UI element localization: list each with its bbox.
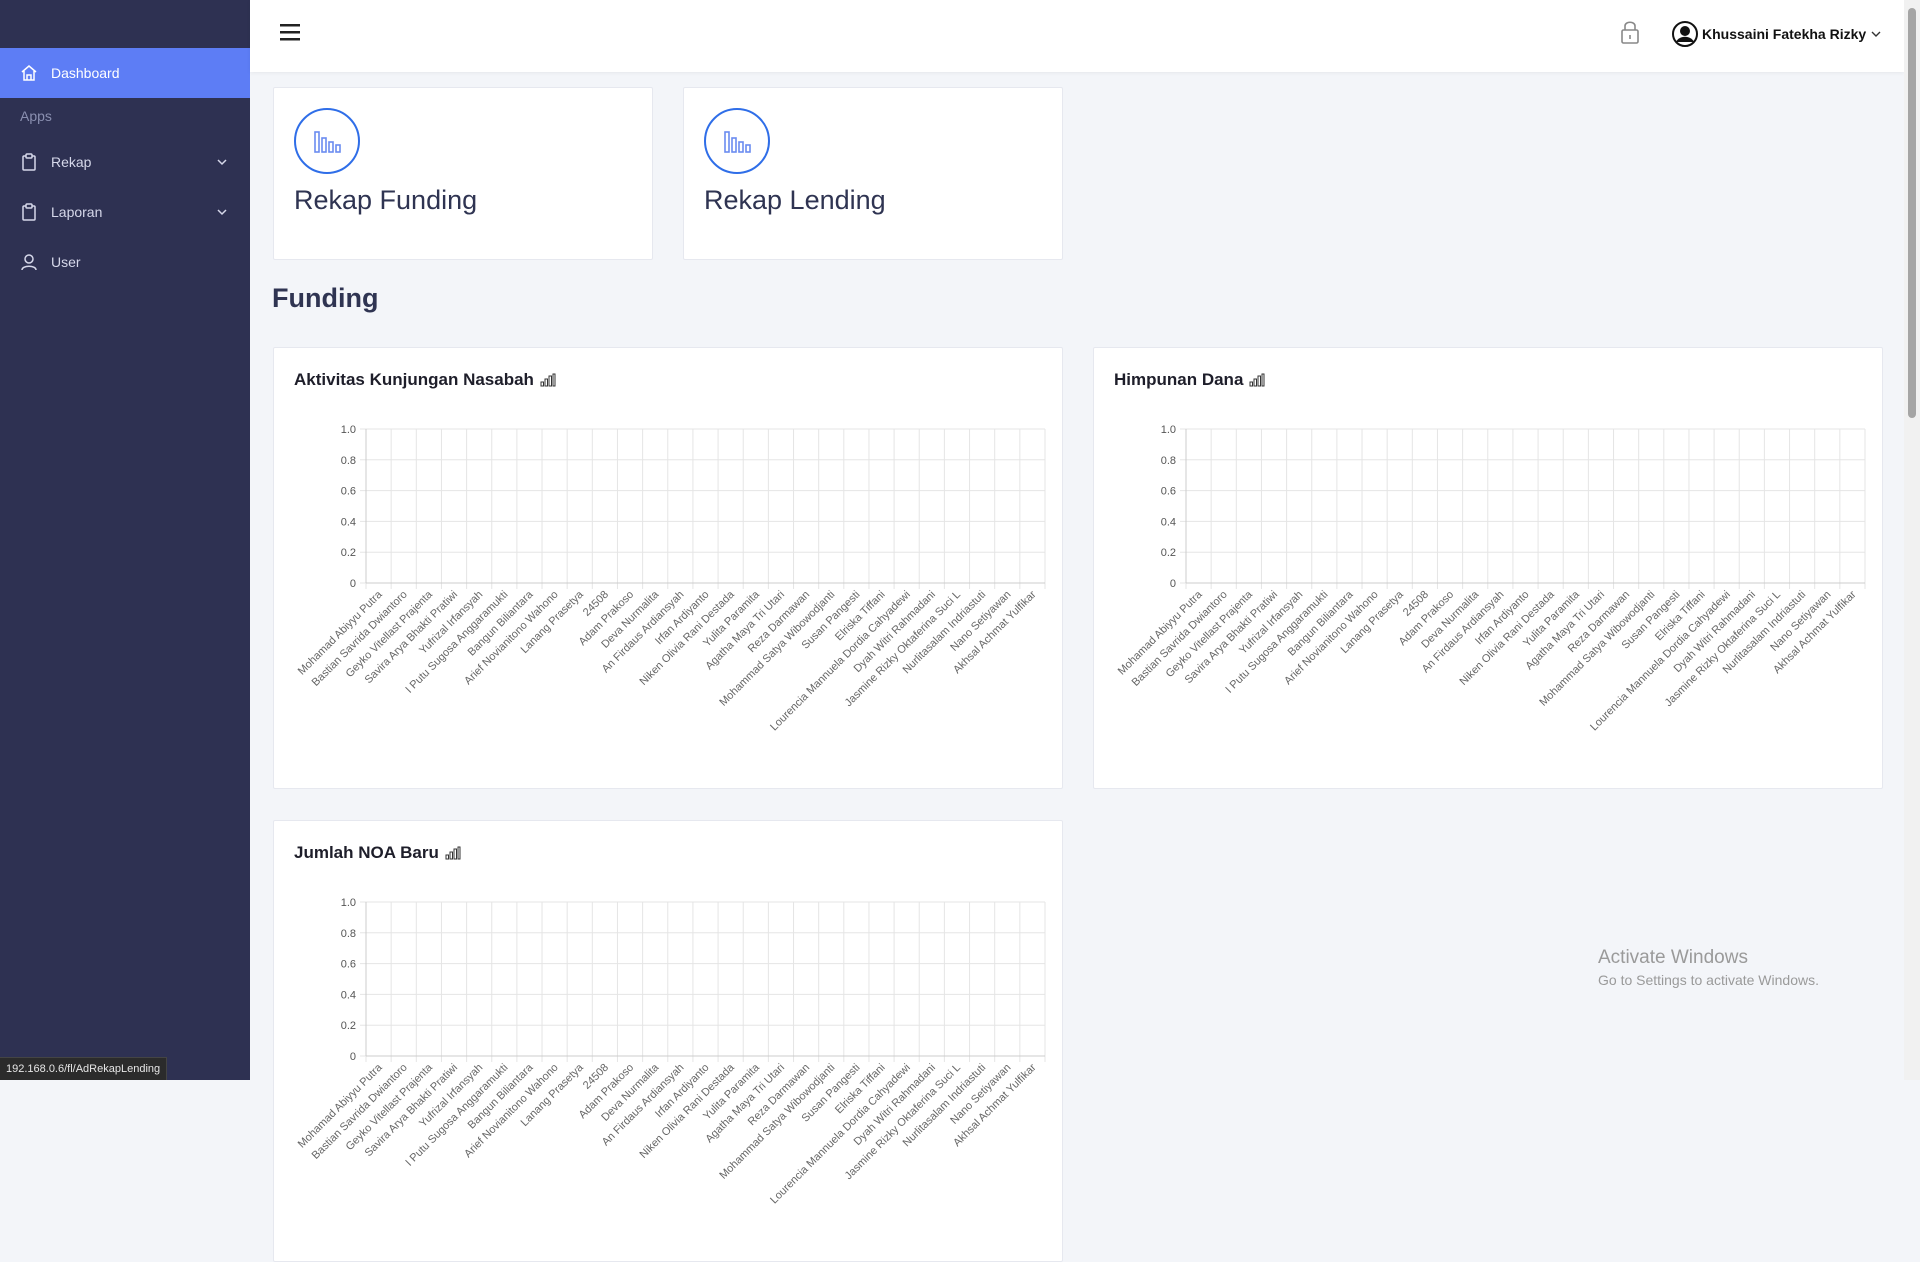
summary-card-funding[interactable]: Rekap Funding — [273, 87, 653, 260]
y-tick-label: 0 — [350, 1051, 356, 1063]
menu-icon[interactable] — [278, 20, 302, 44]
sidebar-item-label: Rekap — [51, 154, 92, 170]
sidebar-item-label: Laporan — [51, 204, 103, 220]
clipboard-icon — [22, 153, 36, 171]
chart-plot: 1.00.80.60.40.20Mohamad Abiyyu PutraBast… — [296, 897, 1046, 1206]
y-tick-label: 0 — [1170, 578, 1176, 590]
chart-plot: 1.00.80.60.40.20Mohamad Abiyyu PutraBast… — [1116, 424, 1866, 733]
y-tick-label: 0.2 — [341, 547, 356, 559]
topbar: Khussaini Fatekha Rizky — [250, 0, 1904, 72]
section-label-apps: Apps — [20, 108, 52, 124]
sidebar-item-label: Dashboard — [51, 65, 120, 81]
bar-chart-icon — [704, 108, 770, 174]
section-heading-funding: Funding — [272, 283, 379, 313]
chevron-down-icon — [1871, 31, 1881, 37]
chart-card-himpunan-dana: Himpunan Dana 1.0 0.8 0.6 0.4 0.2 0 Mohamad Ab… — [1093, 347, 1883, 789]
home-icon — [21, 65, 37, 81]
chevron-down-icon — [217, 209, 227, 216]
sidebar-item-laporan[interactable]: Laporan — [0, 192, 250, 232]
user-icon — [21, 254, 37, 271]
y-tick-label: 0.4 — [341, 989, 356, 1001]
y-tick-label: 1.0 — [341, 424, 356, 436]
y-tick-label: 0.2 — [341, 1020, 356, 1032]
chart-card-noa-baru: Jumlah NOA Baru 1.0 0.8 0.6 0.4 0.2 0 Mohamad … — [273, 820, 1063, 1262]
lock-icon[interactable] — [1618, 19, 1642, 45]
summary-card-lending[interactable]: Rekap Lending — [683, 87, 1063, 260]
y-tick-label: 0.8 — [341, 928, 356, 940]
user-name: Khussaini Fatekha Rizky — [1702, 26, 1867, 42]
sidebar-item-rekap[interactable]: Rekap — [0, 142, 250, 182]
status-url: 192.168.0.6/fl/AdRekapLending — [0, 1057, 168, 1080]
card-title: Rekap Lending — [704, 185, 886, 215]
chart-card-kunjungan: Aktivitas Kunjungan Nasabah 1.0 0.8 0.6 0.4… — [273, 347, 1063, 789]
chevron-down-icon — [217, 159, 227, 166]
y-tick-label: 0.6 — [341, 486, 356, 498]
page-scrollbar[interactable] — [1904, 0, 1920, 1080]
chart-plot: 1.00.80.60.40.20Mohamad Abiyyu PutraBast… — [296, 424, 1046, 733]
x-tick-label: Bastian Savrida Dwiantoro — [1130, 589, 1230, 689]
y-tick-label: 0.8 — [341, 455, 356, 467]
x-tick-label: Bastian Savrida Dwiantoro — [310, 1062, 410, 1162]
y-tick-label: 0.6 — [1161, 486, 1176, 498]
bar-chart-icon — [294, 108, 360, 174]
activate-windows-subtitle: Go to Settings to activate Windows. — [1598, 972, 1819, 988]
sidebar-item-dashboard[interactable]: Dashboard — [0, 48, 250, 98]
y-tick-label: 0 — [350, 578, 356, 590]
sidebar-item-label: User — [51, 254, 81, 270]
clipboard-icon — [22, 203, 36, 221]
sidebar: Dashboard Apps Rekap Laporan User 192.16… — [0, 0, 250, 1080]
user-menu[interactable]: Khussaini Fatekha Rizky — [1672, 20, 1882, 48]
y-tick-label: 0.4 — [1161, 516, 1176, 528]
sidebar-item-user[interactable]: User — [0, 242, 250, 282]
y-tick-label: 0.2 — [1161, 547, 1176, 559]
activate-windows-title: Activate Windows — [1598, 947, 1748, 968]
avatar-icon — [1672, 21, 1698, 47]
y-tick-label: 0.4 — [341, 516, 356, 528]
y-tick-label: 1.0 — [1161, 424, 1176, 436]
card-title: Rekap Funding — [294, 185, 478, 215]
y-tick-label: 0.6 — [341, 959, 356, 971]
x-tick-label: Bastian Savrida Dwiantoro — [310, 589, 410, 689]
scrollbar-thumb[interactable] — [1908, 8, 1916, 418]
y-tick-label: 1.0 — [341, 897, 356, 909]
y-tick-label: 0.8 — [1161, 455, 1176, 467]
